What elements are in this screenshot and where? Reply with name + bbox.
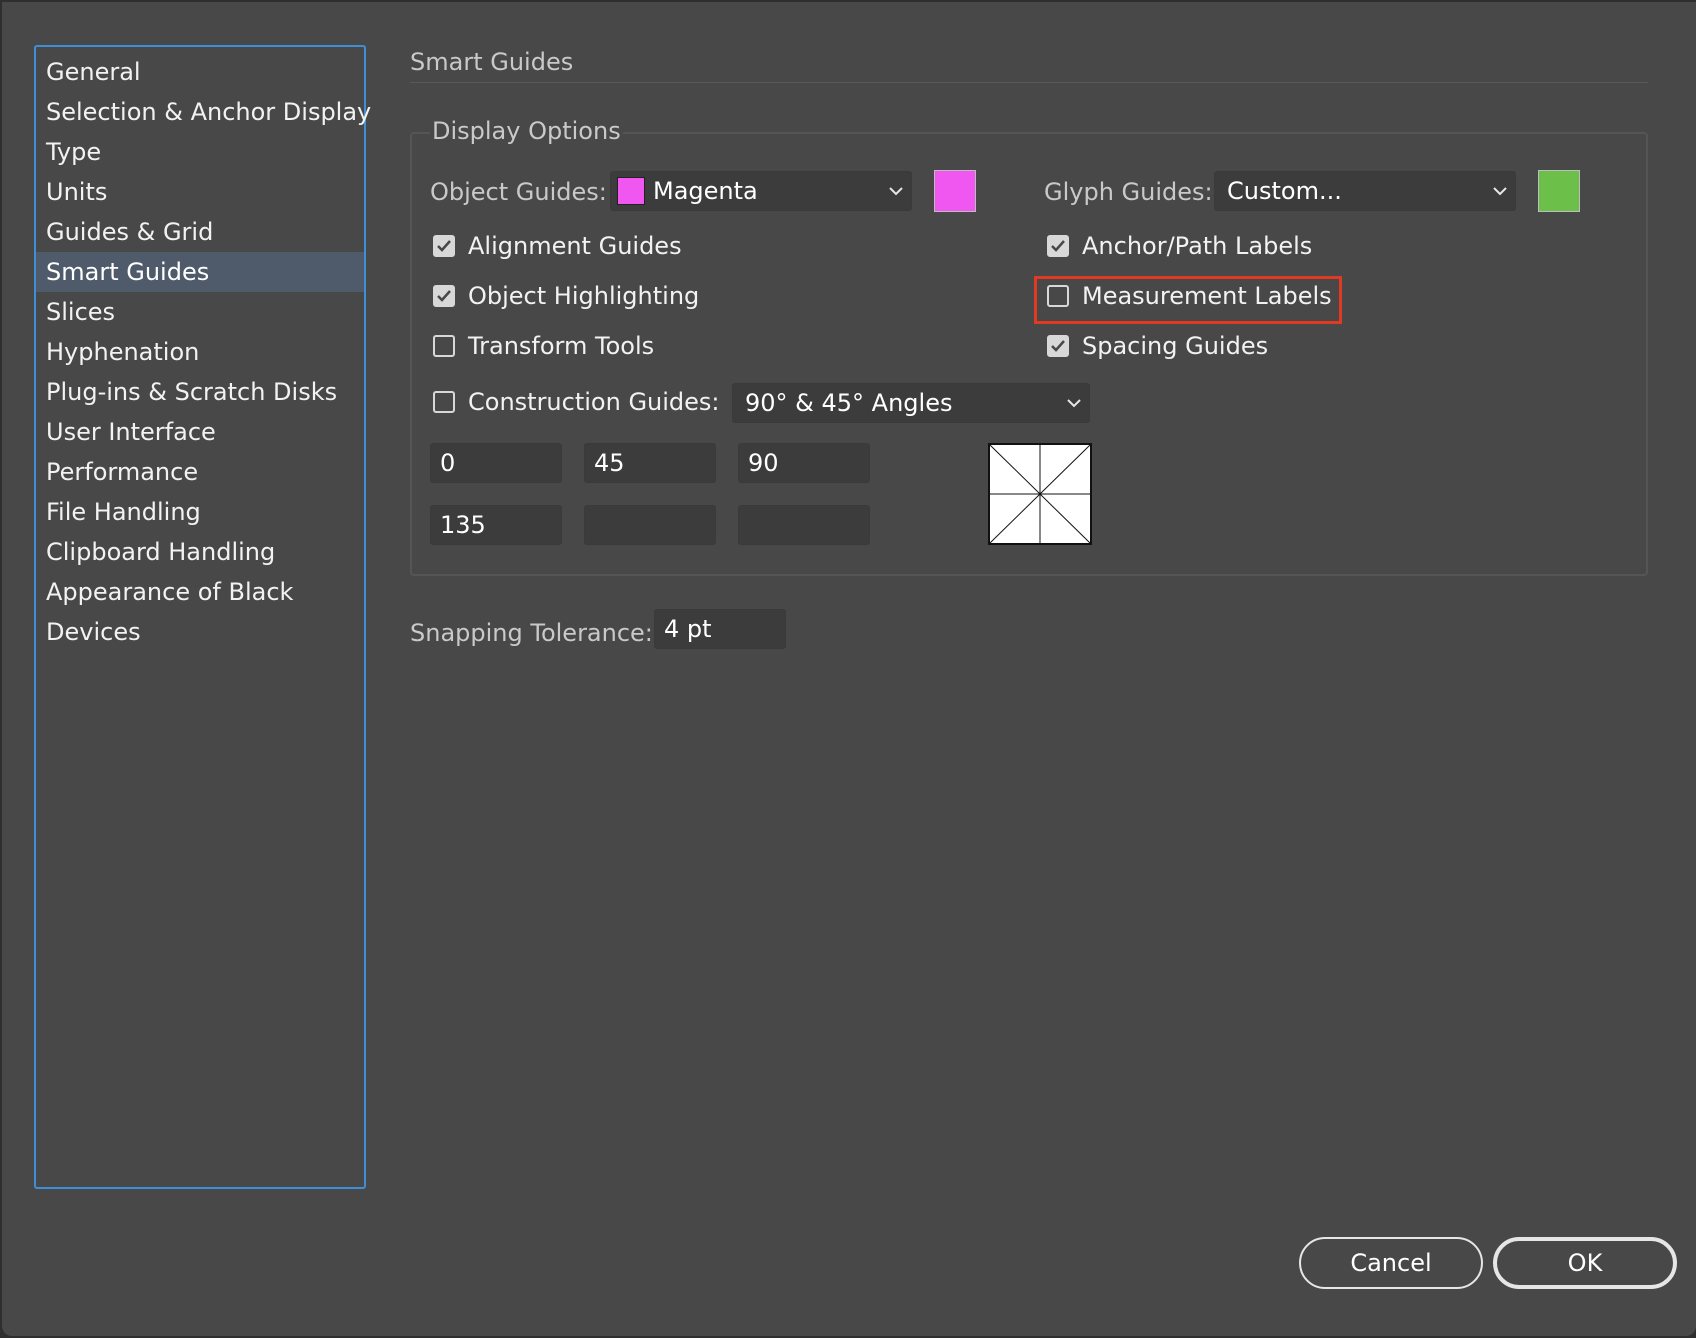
measurement-labels-label: Measurement Labels: [1082, 282, 1332, 310]
preferences-dialog: General Selection & Anchor Display Type …: [2, 2, 1696, 1336]
transform-tools-option[interactable]: Transform Tools: [433, 332, 654, 360]
object-highlighting-checkbox[interactable]: [433, 285, 455, 307]
sidebar-item-performance[interactable]: Performance: [36, 452, 364, 492]
measurement-labels-checkbox[interactable]: [1047, 285, 1069, 307]
construction-guides-value: 90° & 45° Angles: [745, 389, 953, 417]
chevron-down-icon: [881, 186, 911, 196]
object-highlighting-option[interactable]: Object Highlighting: [433, 282, 699, 310]
object-guides-value: Magenta: [653, 177, 758, 205]
construction-angles-preview: [988, 443, 1092, 545]
sidebar-item-slices[interactable]: Slices: [36, 292, 364, 332]
sidebar-item-type[interactable]: Type: [36, 132, 364, 172]
ok-button[interactable]: OK: [1493, 1237, 1677, 1289]
construction-guides-label: Construction Guides:: [468, 388, 720, 416]
angle-field-6[interactable]: [738, 505, 870, 545]
section-title: Smart Guides: [410, 48, 574, 76]
preferences-sidebar: General Selection & Anchor Display Type …: [34, 45, 371, 1189]
alignment-guides-option[interactable]: Alignment Guides: [433, 232, 682, 260]
angle-field-3[interactable]: 90: [738, 443, 870, 483]
sidebar-item-units[interactable]: Units: [36, 172, 364, 212]
object-highlighting-label: Object Highlighting: [468, 282, 700, 310]
spacing-guides-label: Spacing Guides: [1082, 332, 1269, 360]
magenta-color-chip: [617, 177, 645, 205]
chevron-down-icon: [1059, 398, 1089, 408]
snapping-tolerance-label: Snapping Tolerance:: [410, 619, 653, 647]
display-options-title: Display Options: [430, 117, 623, 145]
angle-field-4[interactable]: 135: [430, 505, 562, 545]
sidebar-item-devices[interactable]: Devices: [36, 612, 364, 652]
angle-field-1[interactable]: 0: [430, 443, 562, 483]
sidebar-item-plugins-scratch-disks[interactable]: Plug-ins & Scratch Disks: [36, 372, 364, 412]
title-divider: [410, 82, 1648, 83]
sidebar-item-general[interactable]: General: [36, 52, 364, 92]
anchor-path-labels-checkbox[interactable]: [1047, 235, 1069, 257]
cancel-button[interactable]: Cancel: [1299, 1237, 1483, 1289]
anchor-path-labels-option[interactable]: Anchor/Path Labels: [1047, 232, 1312, 260]
sidebar-item-user-interface[interactable]: User Interface: [36, 412, 364, 452]
spacing-guides-checkbox[interactable]: [1047, 335, 1069, 357]
construction-guides-dropdown[interactable]: 90° & 45° Angles: [732, 383, 1090, 423]
sidebar-item-appearance-of-black[interactable]: Appearance of Black: [36, 572, 364, 612]
alignment-guides-checkbox[interactable]: [433, 235, 455, 257]
construction-guides-checkbox[interactable]: [433, 391, 455, 413]
sidebar-item-hyphenation[interactable]: Hyphenation: [36, 332, 364, 372]
construction-guides-option[interactable]: Construction Guides:: [433, 388, 720, 416]
alignment-guides-label: Alignment Guides: [468, 232, 682, 260]
angle-field-2[interactable]: 45: [584, 443, 716, 483]
measurement-labels-option[interactable]: Measurement Labels: [1047, 282, 1332, 310]
anchor-path-labels-label: Anchor/Path Labels: [1082, 232, 1313, 260]
object-guides-dropdown[interactable]: Magenta: [610, 171, 912, 211]
sidebar-item-selection-anchor-display[interactable]: Selection & Anchor Display: [36, 92, 371, 132]
chevron-down-icon: [1485, 186, 1515, 196]
checkmark-icon: [437, 290, 451, 302]
glyph-guides-dropdown[interactable]: Custom...: [1214, 171, 1516, 211]
object-guides-label: Object Guides:: [430, 178, 607, 206]
checkmark-icon: [1051, 240, 1065, 252]
sidebar-item-file-handling[interactable]: File Handling: [36, 492, 364, 532]
snapping-tolerance-field[interactable]: 4 pt: [654, 609, 786, 649]
angle-lines-icon: [989, 444, 1091, 544]
sidebar-item-clipboard-handling[interactable]: Clipboard Handling: [36, 532, 364, 572]
checkmark-icon: [1051, 340, 1065, 352]
angle-field-5[interactable]: [584, 505, 716, 545]
transform-tools-label: Transform Tools: [468, 332, 655, 360]
checkmark-icon: [437, 240, 451, 252]
transform-tools-checkbox[interactable]: [433, 335, 455, 357]
sidebar-item-guides-grid[interactable]: Guides & Grid: [36, 212, 364, 252]
glyph-guides-color-swatch[interactable]: [1538, 170, 1580, 212]
spacing-guides-option[interactable]: Spacing Guides: [1047, 332, 1268, 360]
glyph-guides-label: Glyph Guides:: [1044, 178, 1213, 206]
object-guides-color-swatch[interactable]: [934, 170, 976, 212]
glyph-guides-value: Custom...: [1227, 177, 1342, 205]
sidebar-item-smart-guides[interactable]: Smart Guides: [36, 252, 364, 292]
